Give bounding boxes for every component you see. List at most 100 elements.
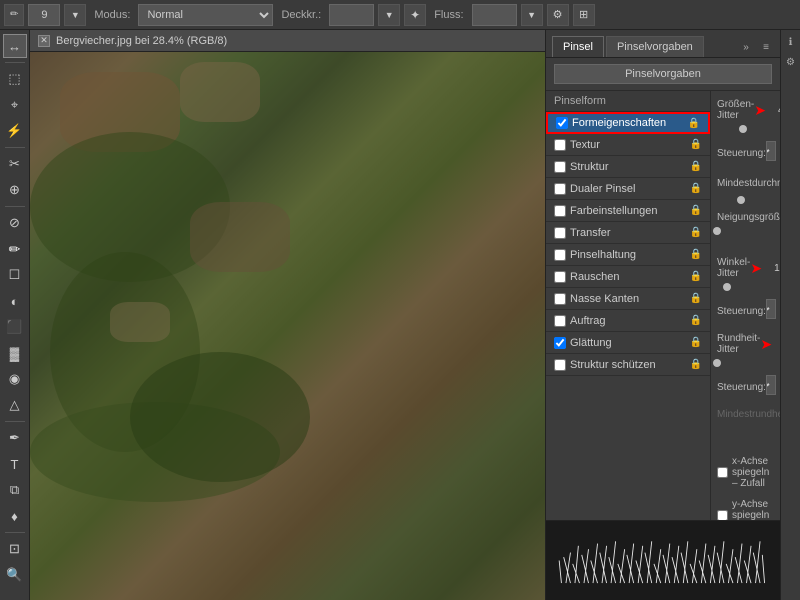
marquee-tool-btn[interactable]: ⬚ — [3, 67, 27, 91]
path-select-btn[interactable]: ⧉ — [3, 478, 27, 502]
lock-formeigenschaften: 🔒 — [688, 118, 700, 129]
dodge-tool-btn[interactable]: △ — [3, 393, 27, 417]
lasso-tool-btn[interactable]: ⌖ — [3, 93, 27, 117]
main-layout: ↔ ⬚ ⌖ ⚡ ✂ ⊕ ⊘ ✏ ☐ ◐ ⬛ ▓ ◉ △ ✒ T ⧉ ♦ ⊡ 🔍 … — [0, 30, 800, 600]
far-right-info-btn[interactable]: ℹ — [783, 34, 799, 50]
airbrush-btn[interactable]: ✦ — [404, 4, 426, 26]
steuerung3-row: Steuerung: Aus Zeichenstift-Druck — [717, 375, 774, 399]
view-tool-btn[interactable]: ⊡ — [3, 537, 27, 561]
checkbox-struktur-schuetzen[interactable] — [554, 359, 566, 371]
checkbox-farbeinstellungen[interactable] — [554, 205, 566, 217]
checkbox-x-achse[interactable] — [717, 467, 728, 478]
left-options: Pinselform Formeigenschaften 🔒 Textur 🔒 … — [546, 91, 711, 520]
crop-tool-btn[interactable]: ✂ — [3, 152, 27, 176]
panel-expand-icon[interactable]: » — [738, 39, 754, 55]
lock-struktur: 🔒 — [690, 161, 702, 172]
brush-size-input[interactable]: 9 — [28, 4, 60, 26]
fluss-input[interactable]: 100% — [472, 4, 517, 26]
magic-wand-tool-btn[interactable]: ⚡ — [3, 119, 27, 143]
y-achse-row: y-Achse spiegeln – Zufall — [717, 499, 774, 520]
checkbox-struktur[interactable] — [554, 161, 566, 173]
tablet-btn[interactable]: ⊞ — [573, 4, 595, 26]
healing-tool-btn[interactable]: ⊘ — [3, 211, 27, 235]
shape-tool-btn[interactable]: ♦ — [3, 504, 27, 528]
history-brush-btn[interactable]: ◐ — [3, 289, 27, 313]
blur-tool-btn[interactable]: ◉ — [3, 367, 27, 391]
y-achse-label: y-Achse spiegeln – Zufall — [732, 499, 774, 520]
option-formeigenschaften[interactable]: Formeigenschaften 🔒 — [546, 112, 710, 134]
checkbox-transfer[interactable] — [554, 227, 566, 239]
gradient-tool-btn[interactable]: ▓ — [3, 341, 27, 365]
brush-shape-btn[interactable]: ▼ — [64, 4, 86, 26]
option-struktur[interactable]: Struktur 🔒 — [546, 156, 710, 178]
option-glaettung[interactable]: Glättung 🔒 — [546, 332, 710, 354]
modus-select[interactable]: Normal Multiplizieren Negativ multiplizi… — [138, 4, 273, 26]
clone-tool-btn[interactable]: ☐ — [3, 263, 27, 287]
brush-tool-btn[interactable]: ✏ — [3, 237, 27, 261]
red-arrow-rundheit: ➤ — [760, 336, 772, 353]
panel-menu-icon[interactable]: ≡ — [758, 39, 774, 55]
move-tool-btn[interactable]: ↔ — [3, 34, 27, 58]
brush-preview-svg — [546, 521, 780, 600]
checkbox-y-achse[interactable] — [717, 510, 728, 520]
eraser-tool-btn[interactable]: ⬛ — [3, 315, 27, 339]
tab-pinsel[interactable]: Pinsel — [552, 36, 604, 57]
tab-pinselvorgaben[interactable]: Pinselvorgaben — [606, 36, 704, 57]
steuerung3-select[interactable]: Aus Zeichenstift-Druck — [766, 375, 776, 395]
stylus-btn[interactable]: ⚙ — [547, 4, 569, 26]
brush-preview — [546, 520, 780, 600]
option-textur[interactable]: Textur 🔒 — [546, 134, 710, 156]
toolbar-separator-4 — [5, 421, 25, 422]
pen-tool-btn[interactable]: ✒ — [3, 426, 27, 450]
checkbox-auftrag[interactable] — [554, 315, 566, 327]
option-pinselhaltung[interactable]: Pinselhaltung 🔒 — [546, 244, 710, 266]
label-nasse-kanten: Nasse Kanten — [570, 293, 686, 305]
deckr-label: Deckkr.: — [277, 9, 325, 21]
deckr-dropdown-btn[interactable]: ▼ — [378, 4, 400, 26]
zoom-tool-btn[interactable]: 🔍 — [3, 563, 27, 587]
canvas-title: Bergviecher.jpg bei 28.4% (RGB/8) — [56, 35, 227, 47]
brush-tabs: Pinsel Pinselvorgaben » ≡ — [546, 30, 780, 58]
option-auftrag[interactable]: Auftrag 🔒 — [546, 310, 710, 332]
brush-preset-btn[interactable]: ✏ — [4, 4, 24, 26]
canvas-close-btn[interactable]: ✕ — [38, 35, 50, 47]
groessen-jitter-label: Größen-Jitter — [717, 99, 754, 121]
fluss-dropdown-btn[interactable]: ▼ — [521, 4, 543, 26]
lock-glaettung: 🔒 — [690, 337, 702, 348]
option-nasse-kanten[interactable]: Nasse Kanten 🔒 — [546, 288, 710, 310]
checkbox-formeigenschaften[interactable] — [556, 117, 568, 129]
section-pinselform: Pinselform — [546, 91, 710, 112]
far-right-panel: ℹ ⚙ — [780, 30, 800, 600]
neigungs-label: Neigungsgröße — [717, 212, 780, 223]
steuerung1-select[interactable]: Zeichenstift-Druck Aus Verblassen — [766, 141, 776, 161]
steuerung3-label: Steuerung: — [717, 382, 762, 393]
option-transfer[interactable]: Transfer 🔒 — [546, 222, 710, 244]
pinselvorgaben-btn[interactable]: Pinselvorgaben — [554, 64, 772, 84]
checkbox-rauschen[interactable] — [554, 271, 566, 283]
checkbox-textur[interactable] — [554, 139, 566, 151]
label-dualer-pinsel: Dualer Pinsel — [570, 183, 686, 195]
text-tool-btn[interactable]: T — [3, 452, 27, 476]
lock-textur: 🔒 — [690, 139, 702, 150]
steuerung2-select[interactable]: Aus Zeichenstift-Druck — [766, 299, 776, 319]
red-arrow-groessen: ➤ — [754, 102, 766, 119]
eyedropper-tool-btn[interactable]: ⊕ — [3, 178, 27, 202]
steuerung2-row: Steuerung: Aus Zeichenstift-Druck — [717, 299, 774, 323]
winkel-value: 17% — [764, 263, 780, 274]
option-dualer-pinsel[interactable]: Dualer Pinsel 🔒 — [546, 178, 710, 200]
left-toolbar: ↔ ⬚ ⌖ ⚡ ✂ ⊕ ⊘ ✏ ☐ ◐ ⬛ ▓ ◉ △ ✒ T ⧉ ♦ ⊡ 🔍 — [0, 30, 30, 600]
option-struktur-schuetzen[interactable]: Struktur schützen 🔒 — [546, 354, 710, 376]
label-transfer: Transfer — [570, 227, 686, 239]
checkbox-pinselhaltung[interactable] — [554, 249, 566, 261]
far-right-tool-btn[interactable]: ⚙ — [783, 54, 799, 70]
deckr-input[interactable]: 100% — [329, 4, 374, 26]
checkbox-glaettung[interactable] — [554, 337, 566, 349]
option-rauschen[interactable]: Rauschen 🔒 — [546, 266, 710, 288]
steuerung1-label: Steuerung: — [717, 148, 762, 159]
canvas-image[interactable] — [30, 52, 545, 600]
canvas-title-bar: ✕ Bergviecher.jpg bei 28.4% (RGB/8) — [30, 30, 545, 52]
checkbox-dualer-pinsel[interactable] — [554, 183, 566, 195]
option-farbeinstellungen[interactable]: Farbeinstellungen 🔒 — [546, 200, 710, 222]
checkbox-nasse-kanten[interactable] — [554, 293, 566, 305]
modus-label: Modus: — [90, 9, 134, 21]
